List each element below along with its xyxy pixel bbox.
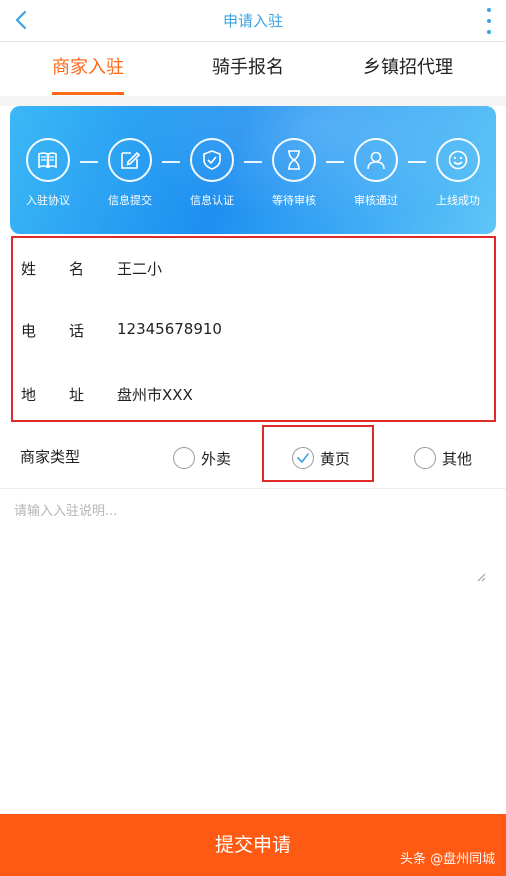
shield-check-icon (203, 150, 221, 170)
address-value[interactable]: 盘州市XXX (117, 384, 193, 405)
process-steps-banner: 入驻协议 信息提交 信息认证 等待审核 审核通过 上线成功 (10, 106, 496, 234)
name-label-char-2: 名 (69, 260, 85, 278)
top-bar: 申请入驻 (0, 0, 506, 42)
name-field[interactable]: 姓 名 王二小 (13, 238, 494, 298)
watermark-text: 头条 @盘州同城 (400, 852, 496, 867)
step-label: 信息认证 (190, 194, 234, 207)
phone-field[interactable]: 电 话 12345678910 (13, 300, 494, 360)
more-menu-button[interactable] (484, 8, 494, 34)
radio-option-label: 其他 (442, 449, 473, 468)
phone-value[interactable]: 12345678910 (117, 320, 222, 338)
step-label: 入驻协议 (26, 194, 70, 207)
merchant-type-label: 商家类型 (20, 448, 81, 466)
divider (0, 488, 506, 489)
tab-town-agent[interactable]: 乡镇招代理 (324, 42, 492, 96)
section-divider (0, 96, 506, 106)
phone-label-char-2: 话 (69, 322, 85, 340)
tab-bar: 商家入驻 骑手报名 乡镇招代理 (0, 42, 506, 96)
name-value[interactable]: 王二小 (117, 258, 162, 279)
resize-handle-icon[interactable] (476, 572, 486, 582)
step-online: 上线成功 (424, 138, 492, 208)
step-label: 审核通过 (354, 194, 398, 207)
active-tab-indicator (52, 92, 124, 95)
page-title: 申请入驻 (222, 12, 283, 30)
step-label: 上线成功 (436, 194, 480, 207)
radio-unchecked-icon[interactable] (173, 447, 195, 469)
step-review-passed: 审核通过 (342, 138, 410, 208)
merchant-type-row: 商家类型 外卖 黄页 其他 (0, 424, 506, 488)
applicant-info-form: 姓 名 王二小 电 话 12345678910 地 址 盘州市XXX (11, 236, 496, 422)
vertical-dots-icon (487, 8, 491, 12)
address-field[interactable]: 地 址 盘州市XXX (13, 364, 494, 424)
edit-icon (121, 151, 141, 169)
step-agreement: 入驻协议 (14, 138, 82, 208)
hourglass-icon (288, 150, 300, 170)
address-label-char-1: 地 (21, 386, 37, 404)
smile-icon (448, 150, 468, 170)
radio-option-takeout[interactable]: 外卖 (173, 446, 231, 470)
name-label-char-1: 姓 (21, 260, 37, 278)
radio-option-other[interactable]: 其他 (414, 446, 472, 470)
book-icon (38, 152, 57, 169)
selection-highlight-box (262, 425, 374, 482)
description-textarea[interactable] (14, 500, 486, 584)
address-label-char-2: 址 (69, 386, 85, 404)
user-icon (367, 151, 385, 170)
radio-option-label: 外卖 (201, 449, 232, 468)
radio-unchecked-icon[interactable] (414, 447, 436, 469)
step-label: 等待审核 (272, 194, 316, 207)
step-info-verify: 信息认证 (178, 138, 246, 208)
tab-merchant[interactable]: 商家入驻 (4, 42, 172, 96)
step-info-submit: 信息提交 (96, 138, 164, 208)
phone-label-char-1: 电 (21, 322, 37, 340)
step-label: 信息提交 (108, 194, 152, 207)
step-await-review: 等待审核 (260, 138, 328, 208)
tab-rider[interactable]: 骑手报名 (164, 42, 332, 96)
